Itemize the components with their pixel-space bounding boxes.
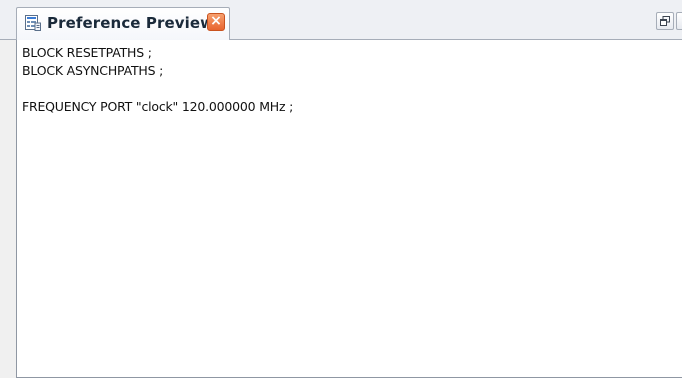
preview-line: BLOCK RESETPATHS ; [22,45,152,60]
preview-line: FREQUENCY PORT "clock" 120.000000 MHz ; [22,99,294,114]
preview-text-area[interactable]: BLOCK RESETPATHS ; BLOCK ASYNCHPATHS ; F… [16,40,682,378]
preference-sheet-icon [25,15,41,31]
tab-title: Preference Preview [47,14,215,32]
maximize-button[interactable] [676,12,682,30]
restore-window-icon[interactable] [656,12,674,30]
tab-preference-preview[interactable]: Preference Preview × [16,7,230,40]
close-icon[interactable]: × [207,13,225,31]
preference-preview-panel: Preference Preview × BLOCK RESETPATHS ; … [0,0,682,378]
preview-line: BLOCK ASYNCHPATHS ; [22,63,164,78]
tab-bar: Preference Preview × [0,0,682,40]
